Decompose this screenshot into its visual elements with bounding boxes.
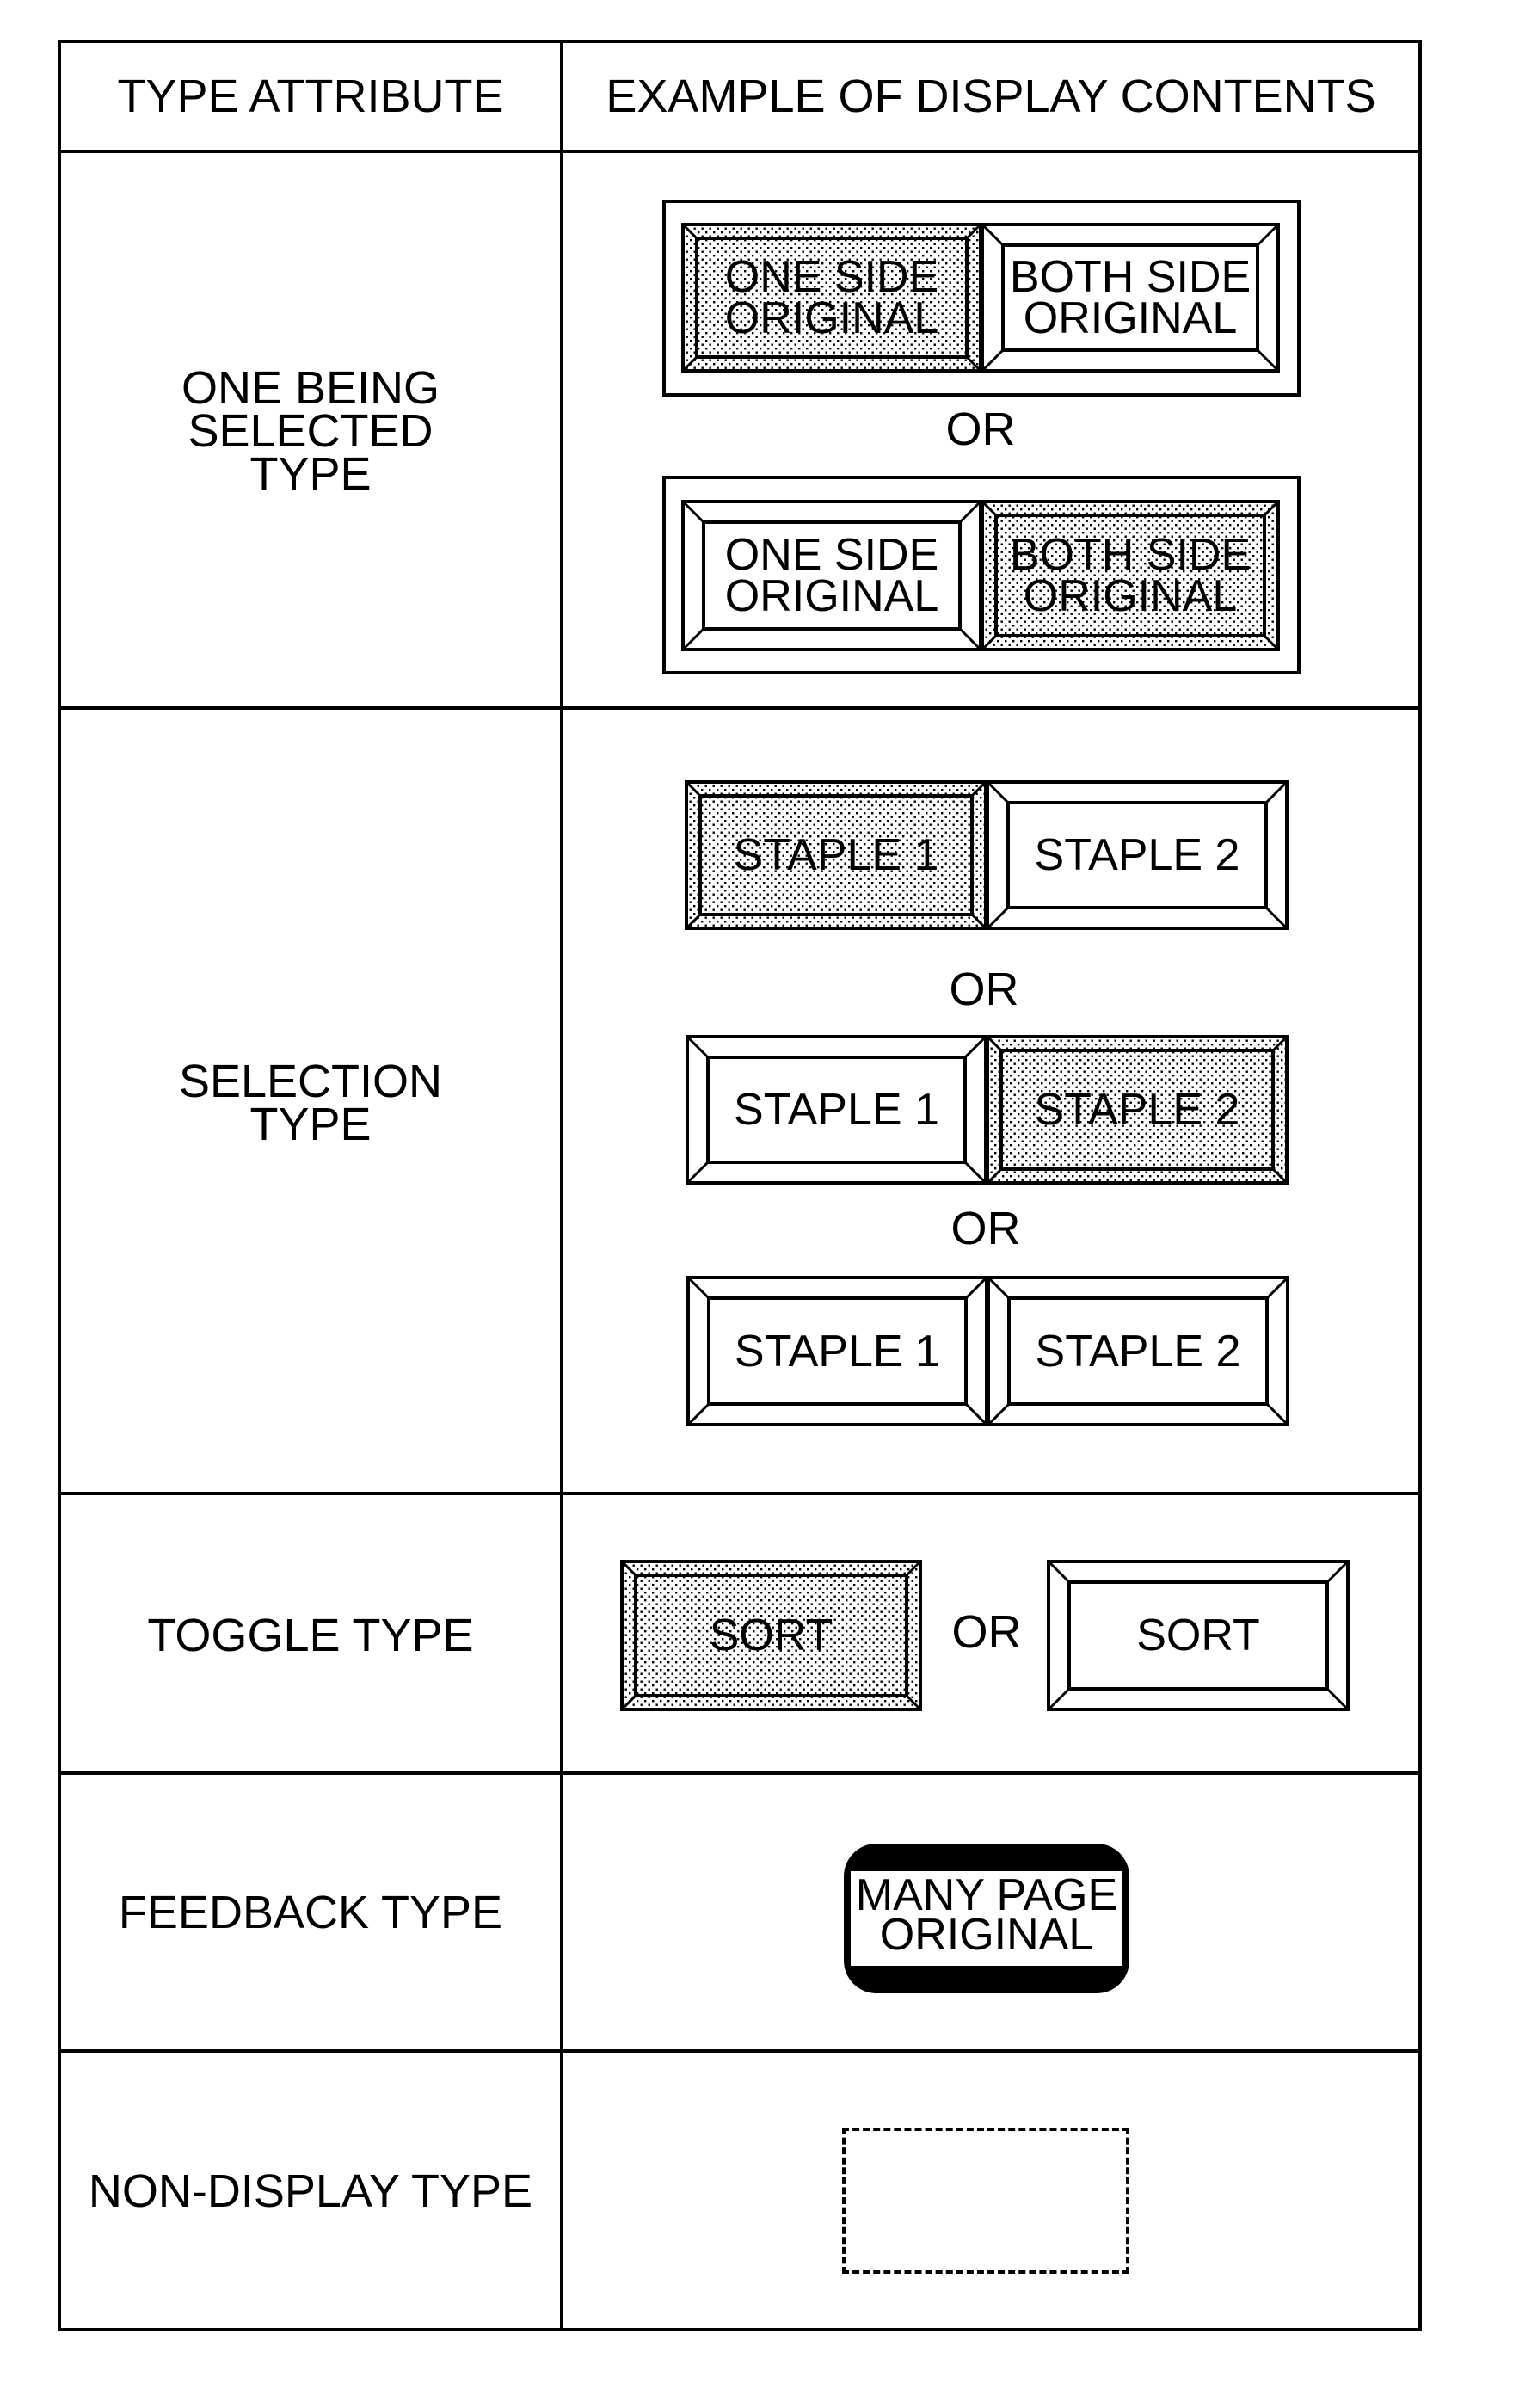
staple-2-button[interactable]: STAPLE 2 [986, 1035, 1289, 1185]
button-label: STAPLE 2 [1034, 830, 1240, 880]
type-label-one-being-selected: ONE BEING SELECTED TYPE [181, 362, 440, 500]
table-header-divider [58, 150, 1422, 153]
non-display-placeholder [842, 2128, 1129, 2274]
type-label-non-display: NON-DISPLAY TYPE [88, 2165, 533, 2217]
table-border-right [1418, 40, 1422, 2331]
row-divider [58, 706, 1422, 710]
many-page-original-feedback: MANY PAGE ORIGINAL [844, 1844, 1129, 1993]
row-divider [58, 1492, 1422, 1495]
row-divider [58, 1771, 1422, 1775]
feedback-label: MANY PAGE ORIGINAL [855, 1870, 1118, 1960]
button-label: SORT [709, 1610, 833, 1660]
or-separator: OR [951, 1606, 1022, 1658]
button-label: BOTH SIDE ORIGINAL [1009, 252, 1252, 343]
header-type-attribute: TYPE ATTRIBUTE [117, 71, 504, 122]
button-label: STAPLE 1 [735, 1326, 940, 1376]
button-label: ONE SIDE ORIGINAL [724, 530, 939, 621]
header-example-display-contents: EXAMPLE OF DISPLAY CONTENTS [606, 71, 1376, 122]
both-side-original-button[interactable]: BOTH SIDE ORIGINAL [981, 500, 1280, 651]
staple-1-button[interactable]: STAPLE 1 [686, 1035, 987, 1185]
sort-toggle-off[interactable]: SORT [1047, 1560, 1350, 1711]
staple-1-button[interactable]: STAPLE 1 [685, 780, 987, 930]
row-divider [58, 2049, 1422, 2053]
or-separator: OR [945, 403, 1016, 455]
type-label-toggle: TOGGLE TYPE [147, 1610, 474, 1661]
button-label: STAPLE 2 [1034, 1085, 1240, 1135]
staple-1-button[interactable]: STAPLE 1 [686, 1276, 988, 1426]
one-side-original-button[interactable]: ONE SIDE ORIGINAL [681, 500, 982, 651]
button-label: BOTH SIDE ORIGINAL [1009, 530, 1252, 621]
button-label: STAPLE 1 [734, 1085, 939, 1135]
table-border-top [58, 40, 1422, 43]
type-label-feedback: FEEDBACK TYPE [118, 1887, 503, 1938]
both-side-original-button[interactable]: BOTH SIDE ORIGINAL [981, 223, 1280, 373]
type-label-selection: SELECTION TYPE [178, 1056, 443, 1150]
button-label: ONE SIDE ORIGINAL [724, 252, 939, 343]
or-separator: OR [949, 964, 1019, 1015]
or-separator: OR [950, 1203, 1021, 1254]
column-divider [560, 40, 563, 2331]
button-label: SORT [1136, 1610, 1260, 1660]
staple-2-button[interactable]: STAPLE 2 [987, 1276, 1289, 1426]
one-side-original-button[interactable]: ONE SIDE ORIGINAL [681, 223, 982, 373]
sort-toggle-on[interactable]: SORT [620, 1560, 922, 1711]
button-label: STAPLE 2 [1035, 1326, 1241, 1376]
table-border-bottom [58, 2328, 1422, 2331]
staple-2-button[interactable]: STAPLE 2 [986, 780, 1289, 930]
button-label: STAPLE 1 [733, 830, 939, 880]
